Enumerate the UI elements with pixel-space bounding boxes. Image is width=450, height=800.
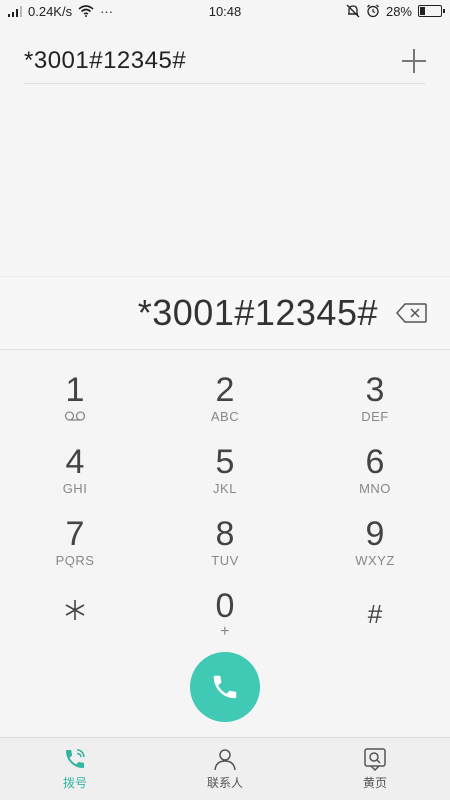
key-3[interactable]: 3 DEF [300,360,450,432]
top-number-row: *3001#12345# [24,38,426,84]
key-digit: 6 [365,443,385,481]
key-0[interactable]: 0 + [150,576,300,648]
key-hash[interactable]: # [300,576,450,648]
key-digit: # [367,599,383,629]
dial-input-area: *3001#12345# [0,276,450,350]
alarm-icon [367,4,379,18]
status-left: 0.24K/s ··· [8,4,113,19]
key-8[interactable]: 8 TUV [150,504,300,576]
key-letters: PQRS [55,553,95,568]
nav-dial[interactable]: 拨号 [0,738,150,800]
dial-input[interactable]: *3001#12345# [138,292,378,334]
phone-icon [213,675,237,699]
call-button[interactable] [190,652,260,722]
yellow-pages-icon [364,748,386,771]
battery-icon [418,5,445,17]
keypad: 1 2 ABC 3 DEF 4 GHI 5 JKL 6 MNO 7 PQRS 8… [0,360,450,650]
key-9[interactable]: 9 WXYZ [300,504,450,576]
signal-icon [8,5,22,17]
dial-phone-icon [66,749,85,768]
key-5[interactable]: 5 JKL [150,432,300,504]
key-letters: DEF [361,409,389,424]
wifi-icon [78,5,94,17]
key-6[interactable]: 6 MNO [300,432,450,504]
key-2[interactable]: 2 ABC [150,360,300,432]
asterisk-icon [65,600,85,620]
key-4[interactable]: 4 GHI [0,432,150,504]
key-digit: 1 [65,371,85,409]
key-digit: 4 [65,443,85,481]
key-letters: ABC [210,409,240,424]
status-right: 28% [346,3,445,19]
key-digit: 0 [215,587,235,625]
network-speed: 0.24K/s [28,3,73,19]
key-letters: TUV [211,553,239,568]
top-number: *3001#12345# [24,46,187,74]
key-digit: 3 [365,371,385,409]
more-dots: ··· [100,3,114,19]
battery-percent: 28% [385,3,412,19]
key-1[interactable]: 1 [0,360,150,432]
bell-muted-icon [346,4,360,18]
key-letters: MNO [359,481,391,496]
key-digit: 9 [365,515,385,553]
key-digit: 2 [215,371,235,409]
key-digit: 7 [65,515,85,553]
key-letters: JKL [213,481,237,496]
key-letters: GHI [62,481,88,496]
nav-yellow-pages-label: 黄页 [362,776,387,790]
key-7[interactable]: 7 PQRS [0,504,150,576]
nav-contacts-label: 联系人 [206,776,243,790]
key-digit: 5 [215,443,235,481]
bottom-nav: 拨号 联系人 黄页 [0,737,450,800]
nav-contacts[interactable]: 联系人 [150,738,300,800]
nav-yellow-pages[interactable]: 黄页 [300,738,450,800]
plus-icon[interactable] [402,48,426,73]
contacts-person-icon [214,749,236,771]
backspace-icon[interactable] [396,302,428,324]
key-digit: 8 [215,515,235,553]
voicemail-icon [64,411,86,421]
key-star[interactable] [0,576,150,648]
key-letters: + [220,623,230,640]
status-bar: 0.24K/s ··· 10:48 28% [0,0,450,22]
key-letters: WXYZ [355,553,395,568]
nav-dial-label: 拨号 [62,776,87,790]
